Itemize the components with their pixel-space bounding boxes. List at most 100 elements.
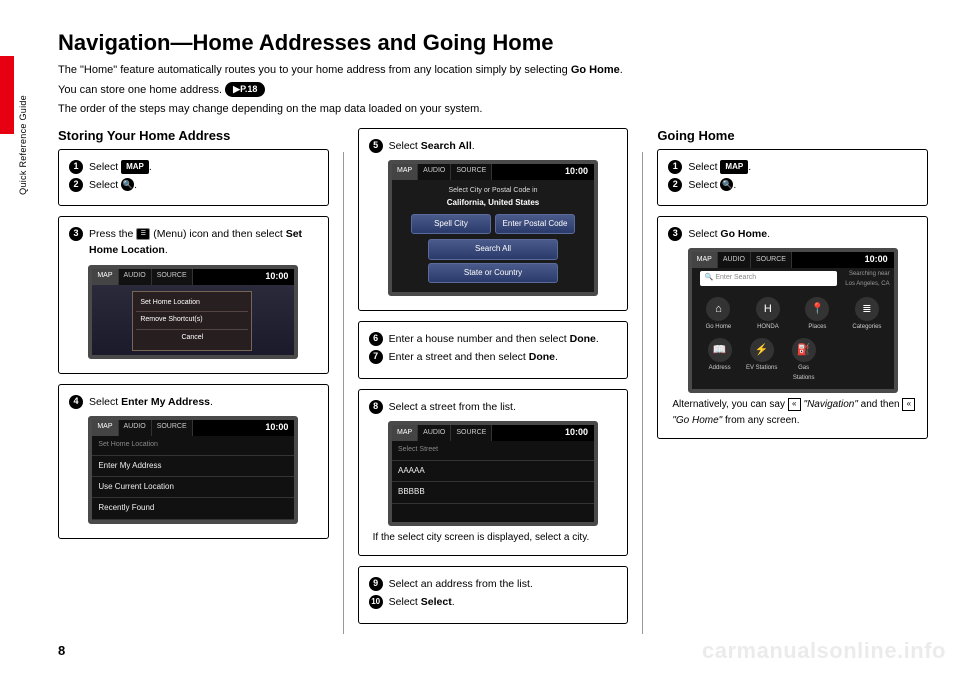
bold-term: Done [570, 333, 596, 345]
step-body: Select a street from the list. [389, 399, 618, 415]
icon-label: Address [709, 365, 731, 371]
alt-instruction: Alternatively, you can say « "Navigation… [668, 397, 917, 428]
box-c1: 1 Select MAP. 2 Select 🔍. [657, 149, 928, 207]
screen-region: California, United States [400, 197, 586, 209]
text: Select [389, 140, 421, 152]
step-c3: 3 Select Go Home. [668, 226, 917, 242]
text: . [555, 351, 558, 363]
box-b4: 9 Select an address from the list. 10 Se… [358, 566, 629, 624]
step-c1: 1 Select MAP. [668, 159, 917, 175]
text: . [596, 333, 599, 345]
screen-tabs: MAP AUDIO SOURCE 10:00 [392, 425, 594, 441]
clock: 10:00 [265, 270, 294, 284]
screenshot-map-menu: MAP AUDIO SOURCE 10:00 Set Home Location… [88, 265, 298, 359]
step-5: 5 Select Search All. [369, 138, 618, 154]
menu-popup: Set Home Location Remove Shortcut(s) Can… [132, 291, 252, 352]
popup-item: Set Home Location [136, 295, 248, 313]
step-body: Press the ☰ (Menu) icon and then select … [89, 226, 318, 259]
clock: 10:00 [265, 421, 294, 435]
tab-map: MAP [92, 420, 118, 436]
text: . [134, 179, 137, 191]
intro-block: The "Home" feature automatically routes … [58, 62, 928, 118]
icon-row-1: ⌂Go Home HHONDA 📍Places ≣Categories [692, 291, 894, 338]
side-section-label: Quick Reference Guide [18, 95, 28, 195]
menu-icon: ☰ [136, 228, 150, 240]
step-body: Select Select. [389, 594, 618, 610]
text: Select [389, 596, 421, 608]
text: Enter a house number and then select [389, 333, 570, 345]
voice-cmd: "Navigation" [804, 399, 858, 410]
text: The "Home" feature automatically routes … [58, 64, 571, 76]
text: . [165, 244, 168, 256]
pill-state-country: State or Country [428, 263, 558, 283]
search-icon: 🔍 [720, 178, 733, 191]
list-item: BBBBB [392, 482, 594, 503]
page-content: Navigation—Home Addresses and Going Home… [58, 30, 928, 634]
step-number-7: 7 [369, 350, 383, 364]
list-item: AAAAA [392, 461, 594, 482]
column-separator [642, 152, 643, 634]
screen-subtitle: Set Home Location [92, 436, 294, 456]
screenshot-search-all: MAP AUDIO SOURCE 10:00 Select City or Po… [388, 160, 598, 296]
step-number-9: 9 [369, 577, 383, 591]
tab-map: MAP [92, 269, 118, 285]
pill-spell-city: Spell City [411, 214, 491, 234]
screen-tabs: MAP AUDIO SOURCE 10:00 [92, 420, 294, 436]
go-home-ref: Go Home [571, 64, 620, 76]
search-bar: 🔍 Enter Search [700, 271, 838, 286]
column-separator [343, 152, 344, 634]
box-b1: 5 Select Search All. MAP AUDIO SOURCE 10… [358, 128, 629, 312]
tab-map: MAP [392, 164, 418, 180]
screen-body: Select City or Postal Code in California… [392, 180, 594, 292]
tab-source: SOURCE [152, 269, 193, 285]
icon-address: 📖Address [704, 338, 736, 383]
icon-ev: ⚡EV Stations [746, 338, 778, 383]
text: . [748, 161, 751, 173]
text: from any screen. [722, 415, 799, 426]
text: . [767, 228, 770, 240]
text: Select [688, 161, 720, 173]
text: Select [688, 179, 720, 191]
screen-tabs: MAP AUDIO SOURCE 10:00 [92, 269, 294, 285]
column-going-home: Going Home 1 Select MAP. 2 Select 🔍. [657, 128, 928, 634]
page-ref-text: P.18 [240, 84, 257, 94]
step-number-3: 3 [668, 227, 682, 241]
honda-icon: H [756, 297, 780, 321]
screenshot-enter-address: MAP AUDIO SOURCE 10:00 Set Home Location… [88, 416, 298, 524]
gas-icon: ⛽ [792, 338, 816, 362]
tab-source: SOURCE [751, 252, 792, 268]
step-7: 7 Enter a street and then select Done. [369, 349, 618, 365]
box-a2: 3 Press the ☰ (Menu) icon and then selec… [58, 216, 329, 374]
step-number-5: 5 [369, 139, 383, 153]
step-1: 1 Select MAP. [69, 159, 318, 175]
heading-going-home: Going Home [657, 128, 928, 143]
bold-term: Select [421, 596, 452, 608]
pill-postal: Enter Postal Code [495, 214, 575, 234]
step-6: 6 Enter a house number and then select D… [369, 331, 618, 347]
pin-icon: 📍 [805, 297, 829, 321]
step-number-1: 1 [69, 160, 83, 174]
text: You can store one home address. [58, 84, 222, 96]
map-button-icon: MAP [720, 160, 748, 174]
screen-tabs: MAP AUDIO SOURCE 10:00 [692, 252, 894, 268]
step-body: Select Search All. [389, 138, 618, 154]
tab-source: SOURCE [451, 425, 492, 441]
step-number-3: 3 [69, 227, 83, 241]
step-body: Enter a house number and then select Don… [389, 331, 618, 347]
bold-term: Done [529, 351, 555, 363]
icon-row-2: 📖Address ⚡EV Stations ⛽Gas Stations [692, 338, 894, 389]
screen-tabs: MAP AUDIO SOURCE 10:00 [392, 164, 594, 180]
text: . [149, 161, 152, 173]
bold-term: Go Home [720, 228, 767, 240]
columns-layout: Storing Your Home Address 1 Select MAP. … [58, 128, 928, 634]
icon-label: EV Stations [746, 365, 777, 371]
screenshot-go-home: MAP AUDIO SOURCE 10:00 🔍 Enter Search Se… [688, 248, 898, 393]
step-number-1: 1 [668, 160, 682, 174]
clock: 10:00 [565, 165, 594, 179]
text: . [452, 596, 455, 608]
text: . [210, 396, 213, 408]
bold-term: Search All [421, 140, 472, 152]
home-icon: ⌂ [706, 297, 730, 321]
text: Alternatively, you can say [672, 399, 787, 410]
note-text: If the select city screen is displayed, … [369, 530, 618, 546]
